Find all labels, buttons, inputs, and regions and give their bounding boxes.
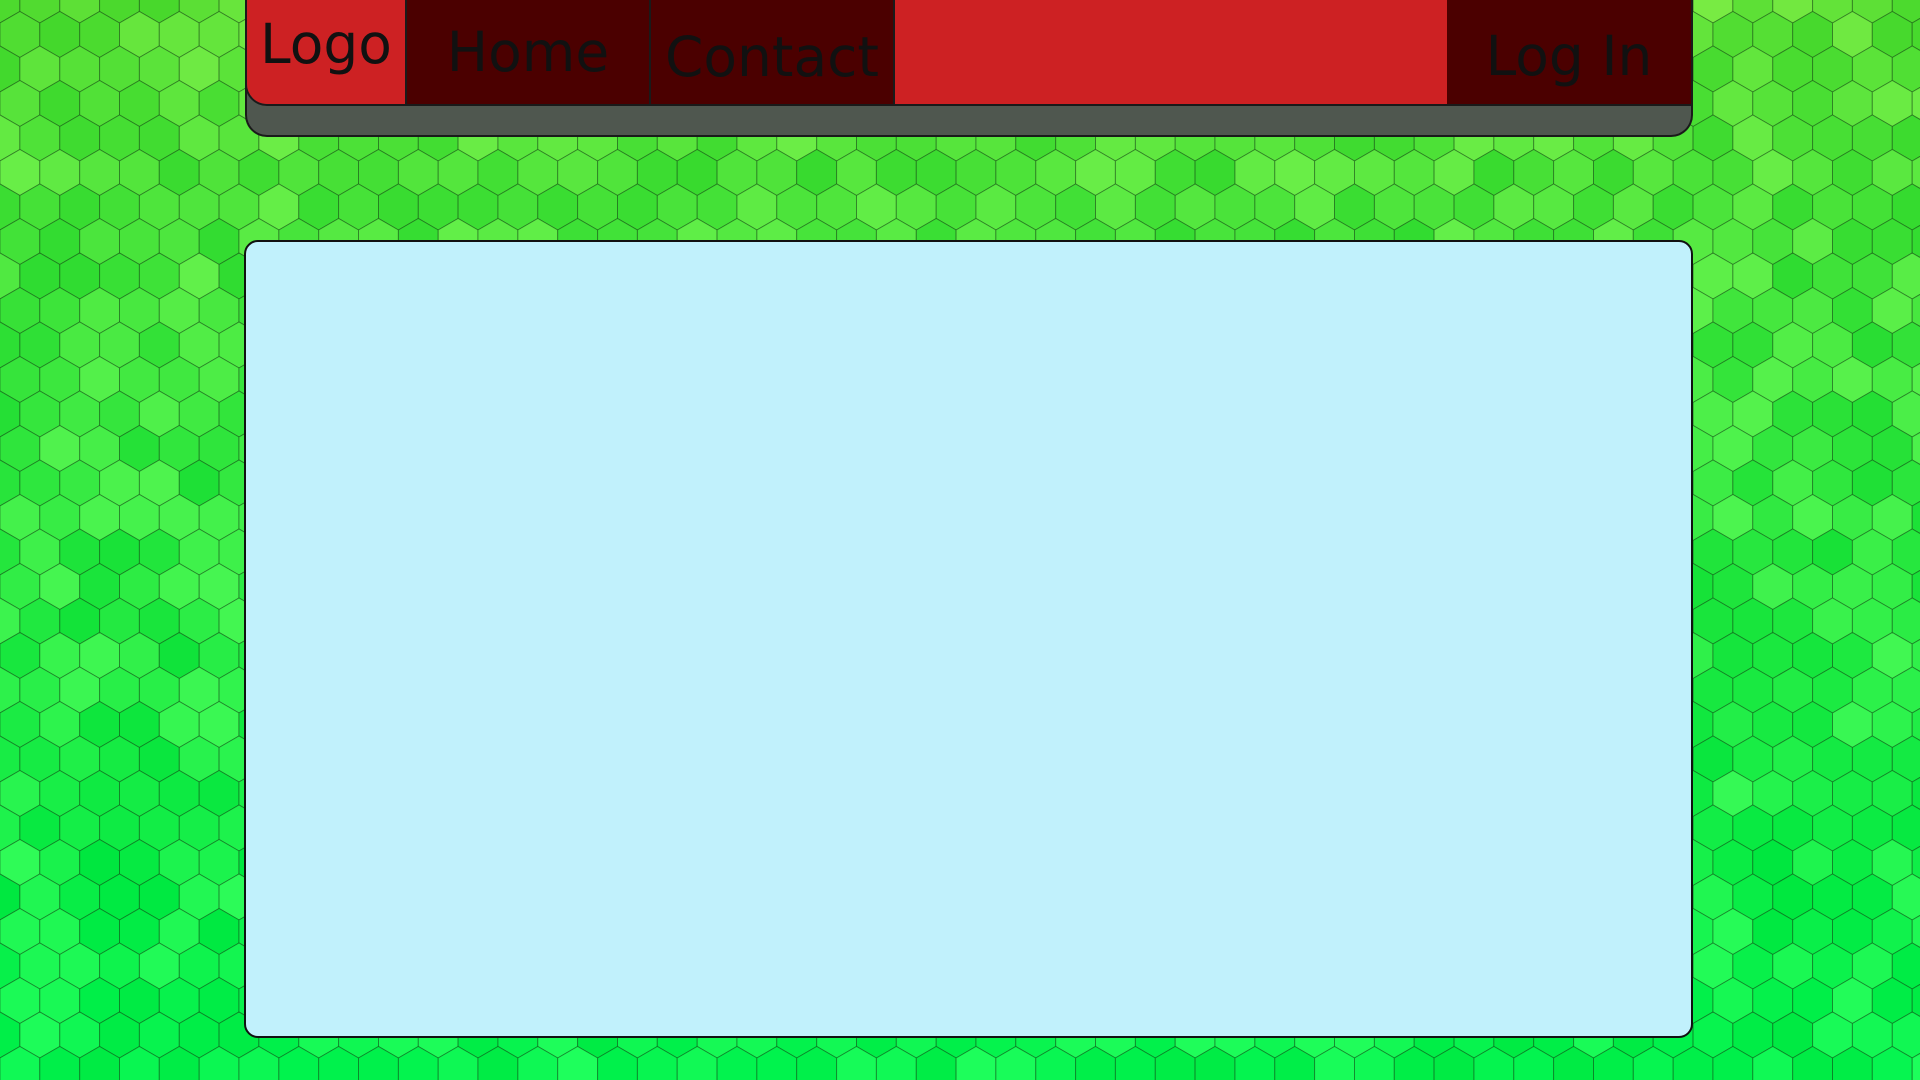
logo-label: Logo: [260, 12, 392, 76]
navbar-spacer: [895, 0, 1447, 104]
main-content-panel: [244, 240, 1693, 1038]
login-button[interactable]: Log In: [1447, 0, 1691, 104]
nav-contact-label: Contact: [665, 25, 879, 89]
logo[interactable]: Logo: [247, 0, 407, 104]
navbar: Logo Home Contact Log In: [245, 0, 1693, 106]
login-label: Log In: [1485, 24, 1653, 88]
nav-home-link[interactable]: Home: [407, 0, 651, 104]
nav-home-label: Home: [446, 20, 610, 84]
nav-contact-link[interactable]: Contact: [651, 0, 895, 104]
